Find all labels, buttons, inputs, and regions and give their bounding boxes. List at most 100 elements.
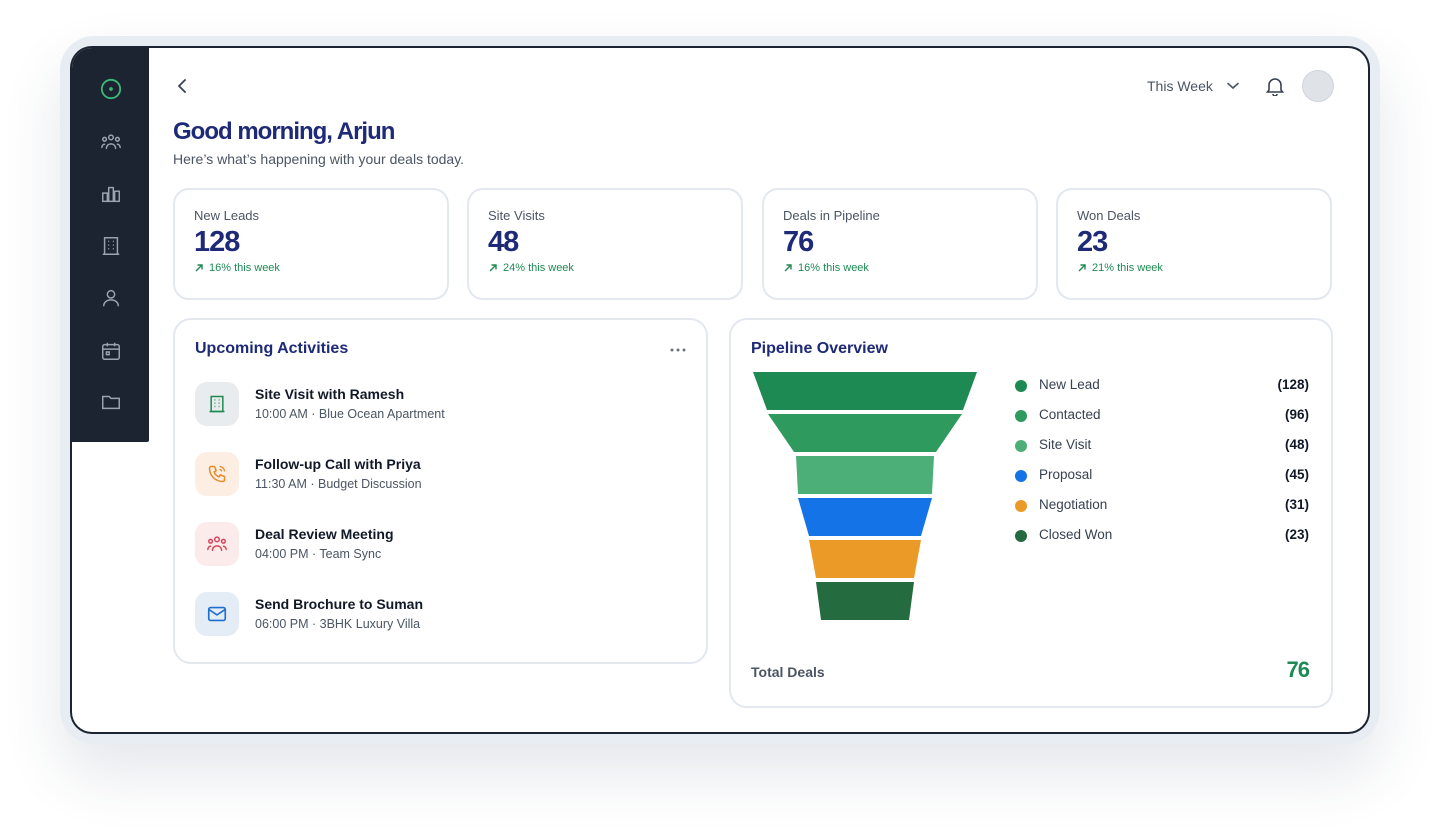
period-select[interactable]: This Week — [1147, 76, 1239, 96]
page-title: Good morning, Arjun — [173, 118, 395, 145]
users-icon[interactable] — [96, 127, 126, 157]
activity-title: Site Visit with Ramesh — [255, 386, 405, 402]
legend-dot — [1015, 380, 1027, 392]
chevron-down-icon — [1227, 82, 1239, 90]
funnel-segment-negotiation[interactable] — [809, 540, 921, 578]
logo-circle-icon[interactable] — [96, 74, 126, 104]
stat-trend: 16% this week — [194, 262, 447, 274]
sidebar — [72, 48, 149, 442]
calendar-icon[interactable] — [96, 336, 126, 366]
activity-item[interactable]: Send Brochure to Suman 06:00 PM · 3BHK L… — [195, 592, 675, 638]
activity-item[interactable]: Deal Review Meeting 04:00 PM · Team Sync — [195, 522, 675, 568]
activity-subtitle: 06:00 PM · 3BHK Luxury Villa — [255, 617, 421, 631]
legend-count: (96) — [1284, 407, 1309, 422]
more-options-button[interactable] — [668, 342, 688, 358]
arrow-up-right-icon — [489, 264, 497, 272]
arrow-up-right-icon — [784, 264, 792, 272]
legend-count: (48) — [1284, 437, 1309, 452]
bell-icon[interactable] — [1264, 74, 1286, 98]
legend-dot — [1015, 470, 1027, 482]
main-content: This Week Good morning, Arjun Here’s wha… — [149, 48, 1368, 732]
activity-icon-box — [195, 522, 239, 566]
activity-subtitle: 11:30 AM · Budget Discussion — [255, 477, 422, 491]
stat-value: 23 — [1077, 226, 1108, 258]
funnel-segment-site-visit[interactable] — [796, 456, 934, 494]
avatar[interactable] — [1302, 70, 1334, 102]
pipeline-overview-panel: Pipeline Overview New Lead (128) Contacted… — [729, 318, 1333, 708]
legend-dot — [1015, 530, 1027, 542]
legend-dot — [1015, 440, 1027, 452]
activity-subtitle: 10:00 AM · Blue Ocean Apartment — [255, 407, 445, 421]
app-screen: This Week Good morning, Arjun Here’s wha… — [72, 48, 1368, 732]
stat-trend-text: 24% this week — [503, 262, 574, 274]
legend-dot — [1015, 410, 1027, 422]
legend-label: Negotiation — [1039, 497, 1108, 512]
stat-label: Won Deals — [1077, 208, 1141, 223]
stat-label: Site Visits — [488, 208, 545, 223]
funnel-segment-closed-won[interactable] — [816, 582, 914, 620]
stat-card-deals-in-pipeline[interactable]: Deals in Pipeline 76 16% this week — [762, 188, 1038, 300]
activity-title: Deal Review Meeting — [255, 526, 394, 542]
legend-label: Contacted — [1039, 407, 1101, 422]
mail-icon — [207, 606, 227, 622]
legend-item-closed-won[interactable]: Closed Won (23) — [1007, 526, 1309, 546]
activity-icon-box — [195, 382, 239, 426]
activity-icon-box — [195, 592, 239, 636]
stat-trend-text: 16% this week — [209, 262, 280, 274]
funnel-segment-new-lead[interactable] — [753, 372, 977, 410]
legend-count: (31) — [1284, 497, 1309, 512]
legend-count: (128) — [1277, 377, 1309, 392]
team-icon — [207, 536, 227, 552]
period-label: This Week — [1147, 78, 1213, 94]
total-deals-label: Total Deals — [751, 664, 825, 680]
page-subtitle: Here’s what’s happening with your deals … — [173, 151, 465, 167]
funnel-segment-contacted[interactable] — [768, 414, 962, 452]
bar-chart-icon[interactable] — [96, 179, 126, 209]
pipeline-funnel-chart — [753, 372, 977, 620]
panel-title: Upcoming Activities — [195, 340, 349, 357]
stat-trend: 21% this week — [1077, 262, 1330, 274]
legend-count: (45) — [1284, 467, 1309, 482]
legend-label: New Lead — [1039, 377, 1100, 392]
device-frame: This Week Good morning, Arjun Here’s wha… — [70, 46, 1370, 734]
activity-subtitle: 04:00 PM · Team Sync — [255, 547, 382, 561]
legend-label: Proposal — [1039, 467, 1093, 482]
upcoming-activities-panel: Upcoming Activities Site Visit with Rame… — [173, 318, 708, 664]
user-icon[interactable] — [96, 283, 126, 313]
stat-value: 76 — [783, 226, 814, 258]
activity-item[interactable]: Follow-up Call with Priya 11:30 AM · Bud… — [195, 452, 675, 498]
arrow-up-right-icon — [1078, 264, 1086, 272]
stat-card-site-visits[interactable]: Site Visits 48 24% this week — [467, 188, 743, 300]
stat-card-won-deals[interactable]: Won Deals 23 21% this week — [1056, 188, 1332, 300]
funnel-segment-proposal[interactable] — [798, 498, 932, 536]
legend-item-contacted[interactable]: Contacted (96) — [1007, 406, 1309, 426]
building-icon[interactable] — [96, 231, 126, 261]
stat-label: Deals in Pipeline — [783, 208, 880, 223]
stat-label: New Leads — [194, 208, 260, 223]
activity-item[interactable]: Site Visit with Ramesh 10:00 AM · Blue O… — [195, 382, 675, 428]
stat-trend-text: 21% this week — [1092, 262, 1163, 274]
stat-trend-text: 16% this week — [798, 262, 869, 274]
folder-icon[interactable] — [96, 387, 126, 417]
activity-title: Follow-up Call with Priya — [255, 456, 421, 472]
legend-dot — [1015, 500, 1027, 512]
legend-item-new-lead[interactable]: New Lead (128) — [1007, 376, 1309, 396]
stat-trend: 16% this week — [783, 262, 1036, 274]
legend-item-site-visit[interactable]: Site Visit (48) — [1007, 436, 1309, 456]
phone-icon — [208, 465, 226, 483]
legend-item-negotiation[interactable]: Negotiation (31) — [1007, 496, 1309, 516]
legend-label: Closed Won — [1039, 527, 1113, 542]
stat-card-new-leads[interactable]: New Leads 128 16% this week — [173, 188, 449, 300]
legend-item-proposal[interactable]: Proposal (45) — [1007, 466, 1309, 486]
chevron-left-icon — [178, 79, 186, 93]
activity-title: Send Brochure to Suman — [255, 596, 424, 612]
stat-value: 128 — [194, 226, 240, 258]
building-icon — [209, 395, 225, 413]
stat-trend: 24% this week — [488, 262, 741, 274]
stat-value: 48 — [488, 226, 519, 258]
panel-title: Pipeline Overview — [751, 340, 888, 357]
legend-count: (23) — [1284, 527, 1309, 542]
total-deals-value: 76 — [1286, 657, 1311, 682]
activity-icon-box — [195, 452, 239, 496]
back-button[interactable] — [173, 74, 193, 98]
